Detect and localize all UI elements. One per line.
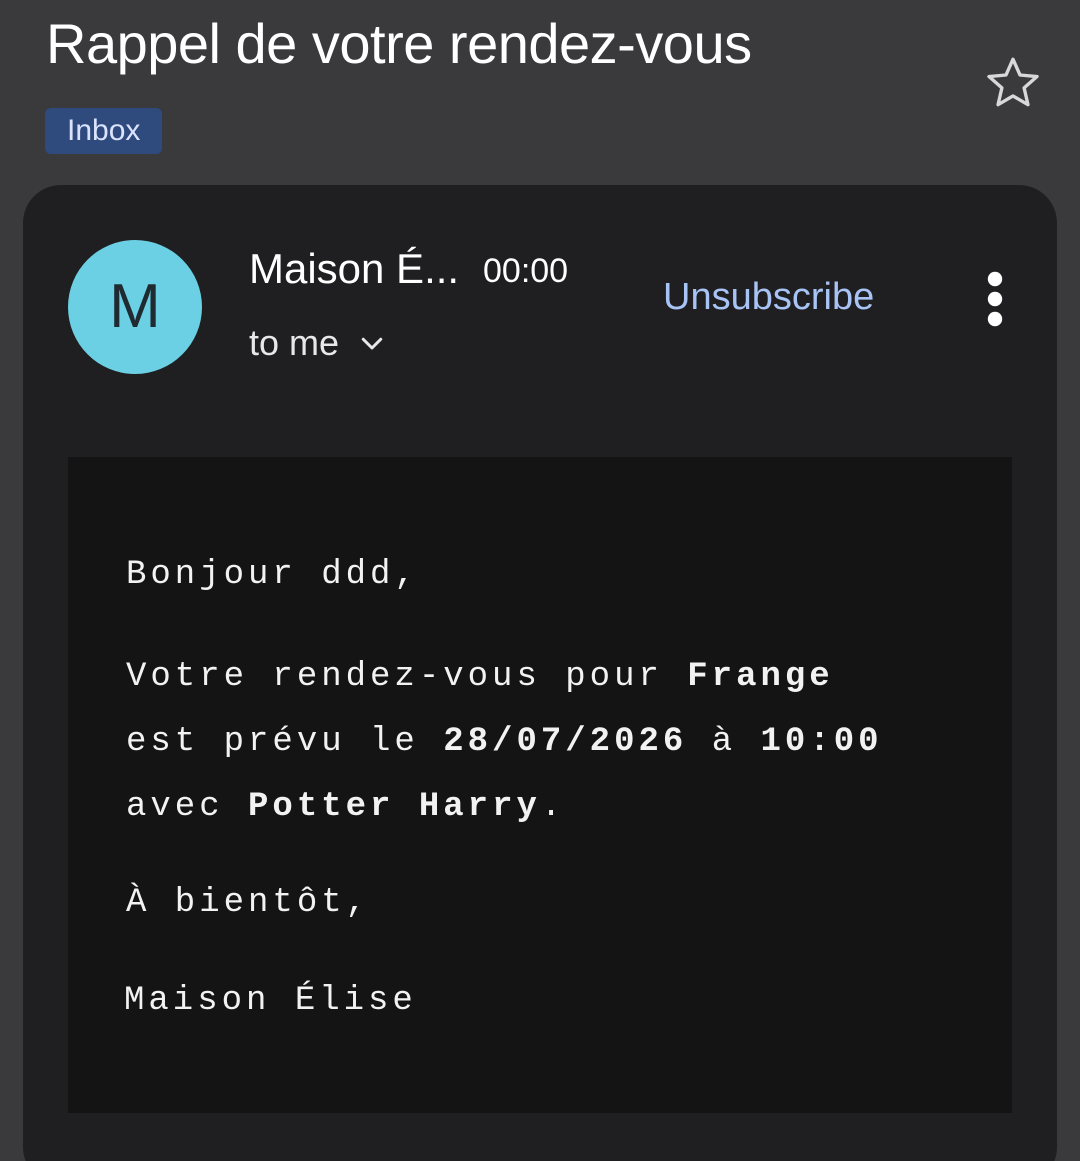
- chevron-down-icon: [361, 337, 383, 350]
- at-word: à: [687, 723, 761, 761]
- service-name: Frange: [687, 658, 834, 696]
- more-options-icon[interactable]: [975, 271, 1015, 327]
- unsubscribe-link[interactable]: Unsubscribe: [663, 273, 874, 321]
- staff-name: Potter Harry: [248, 788, 541, 826]
- body-line-date: est prévu le 28/07/2026 à 10:00: [126, 710, 883, 775]
- greeting-text: Bonjour ddd,: [126, 556, 419, 594]
- star-icon[interactable]: [982, 52, 1044, 114]
- appointment-date: 28/07/2026: [443, 723, 688, 761]
- email-subject: Rappel de votre rendez-vous: [46, 12, 752, 75]
- signature-text: Maison Élise: [124, 982, 417, 1020]
- message-body: Bonjour ddd, Votre rendez-vous pour Fran…: [68, 457, 1012, 1113]
- message-time: 00:00: [483, 252, 569, 290]
- line3-suffix: .: [540, 788, 566, 826]
- line3-prefix: avec: [126, 788, 249, 826]
- recipient-label: to me: [249, 322, 340, 363]
- body-line-service: Votre rendez-vous pour Frange: [126, 645, 834, 710]
- appointment-hour: 10:00: [760, 723, 883, 761]
- closing-text: À bientôt,: [126, 884, 371, 922]
- recipient-toggle[interactable]: to me: [249, 319, 387, 367]
- inbox-label-chip[interactable]: Inbox: [45, 108, 163, 154]
- line2-prefix: est prévu le: [126, 723, 444, 761]
- message-card: M Maison É... 00:00 to me Unsubscribe Bo…: [23, 185, 1057, 1161]
- body-line-person: avec Potter Harry.: [126, 775, 565, 840]
- sender-name[interactable]: Maison É...: [249, 243, 459, 295]
- line1-prefix: Votre rendez-vous pour: [126, 658, 688, 696]
- sender-avatar[interactable]: M: [68, 240, 202, 374]
- email-view: Rappel de votre rendez-vous Inbox M Mais…: [0, 0, 1080, 1161]
